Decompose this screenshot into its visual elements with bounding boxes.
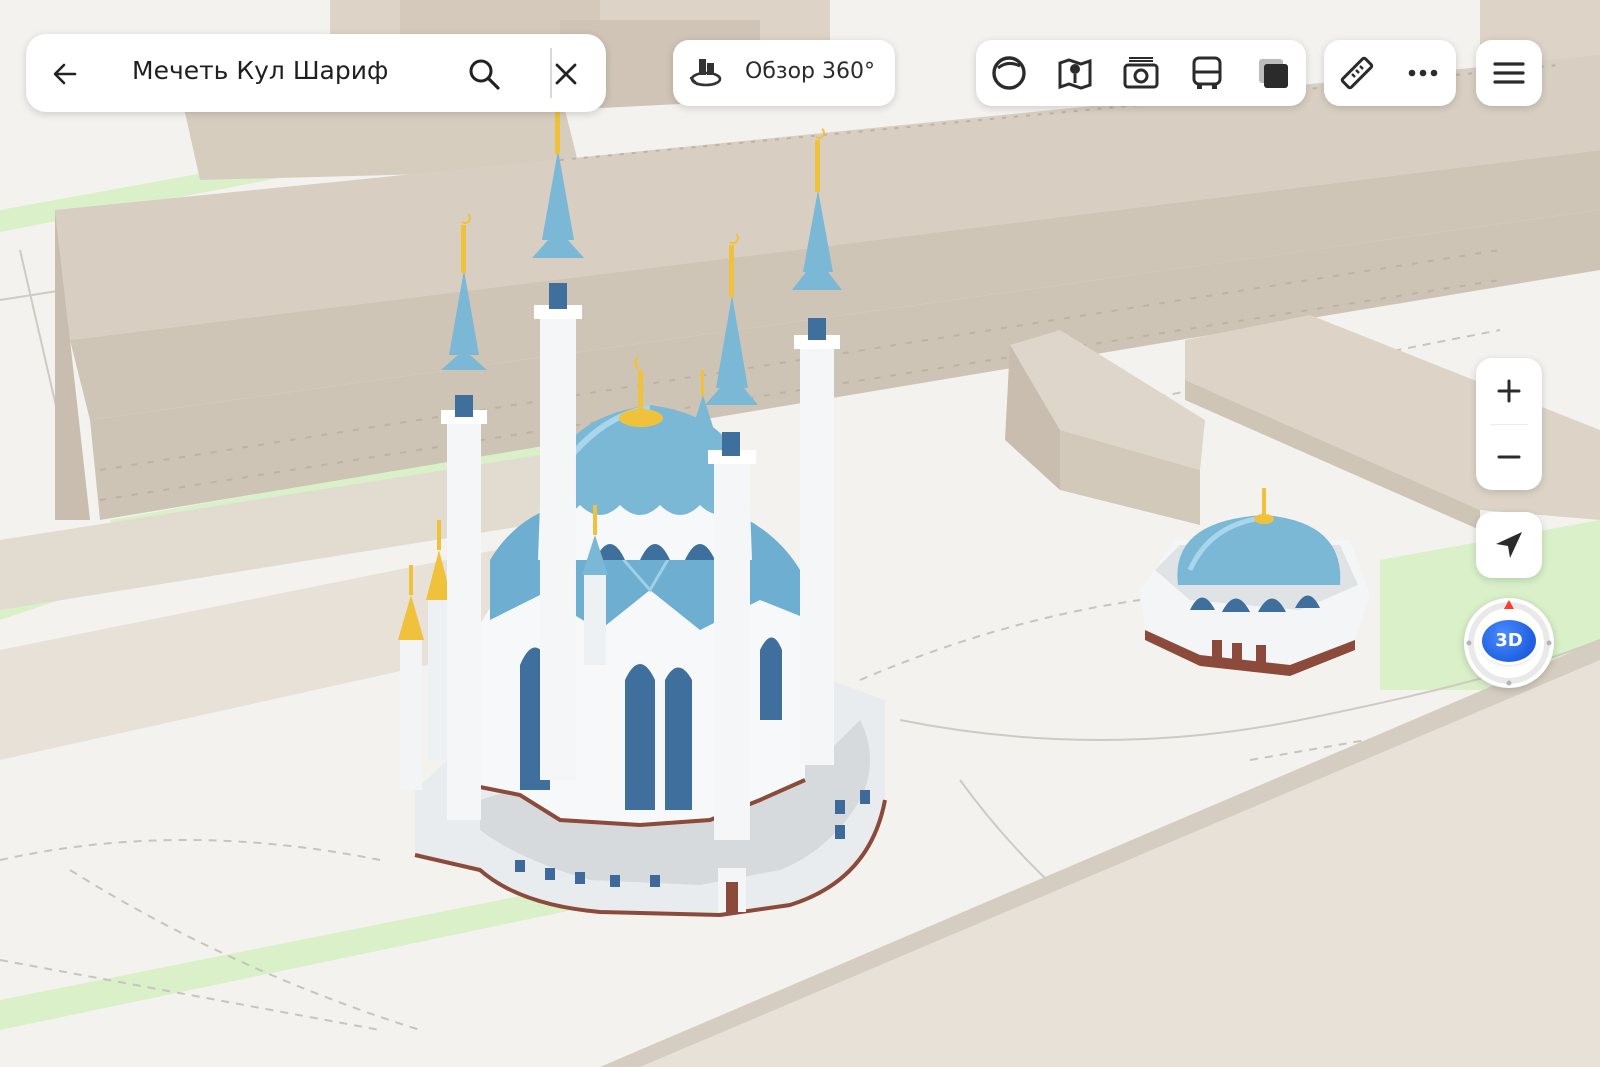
layer-transport-icon[interactable] (1184, 50, 1230, 96)
panorama-label: Обзор 360° (745, 59, 875, 84)
search-icon[interactable] (462, 52, 506, 96)
hamburger-icon (1493, 62, 1525, 84)
layer-square-icon[interactable] (1250, 50, 1296, 96)
panorama-button[interactable]: Обзор 360° (673, 40, 895, 106)
map-canvas[interactable] (0, 0, 1600, 1067)
more-icon[interactable] (1400, 50, 1446, 96)
layer-circle-icon[interactable] (986, 50, 1032, 96)
layer-traffic-icon[interactable] (1052, 50, 1098, 96)
layer-camera-icon[interactable] (1118, 50, 1164, 96)
my-location-button[interactable] (1476, 512, 1542, 578)
compass-control[interactable]: 3D (1464, 598, 1554, 688)
navigation-arrow-icon (1496, 532, 1522, 558)
zoom-in-icon[interactable] (1476, 358, 1542, 424)
search-bar: Мечеть Кул Шариф (26, 34, 606, 112)
tools-toolbar (1324, 40, 1456, 106)
back-arrow-icon[interactable] (44, 53, 86, 95)
zoom-out-icon[interactable] (1476, 424, 1542, 490)
ruler-icon[interactable] (1334, 50, 1380, 96)
menu-button[interactable] (1476, 40, 1542, 106)
search-input[interactable]: Мечеть Кул Шариф (132, 56, 388, 85)
panorama-icon (683, 50, 729, 96)
close-icon[interactable] (544, 52, 588, 96)
3d-mode-badge[interactable]: 3D (1482, 620, 1536, 662)
layers-toolbar (976, 40, 1306, 106)
zoom-control (1476, 358, 1542, 490)
